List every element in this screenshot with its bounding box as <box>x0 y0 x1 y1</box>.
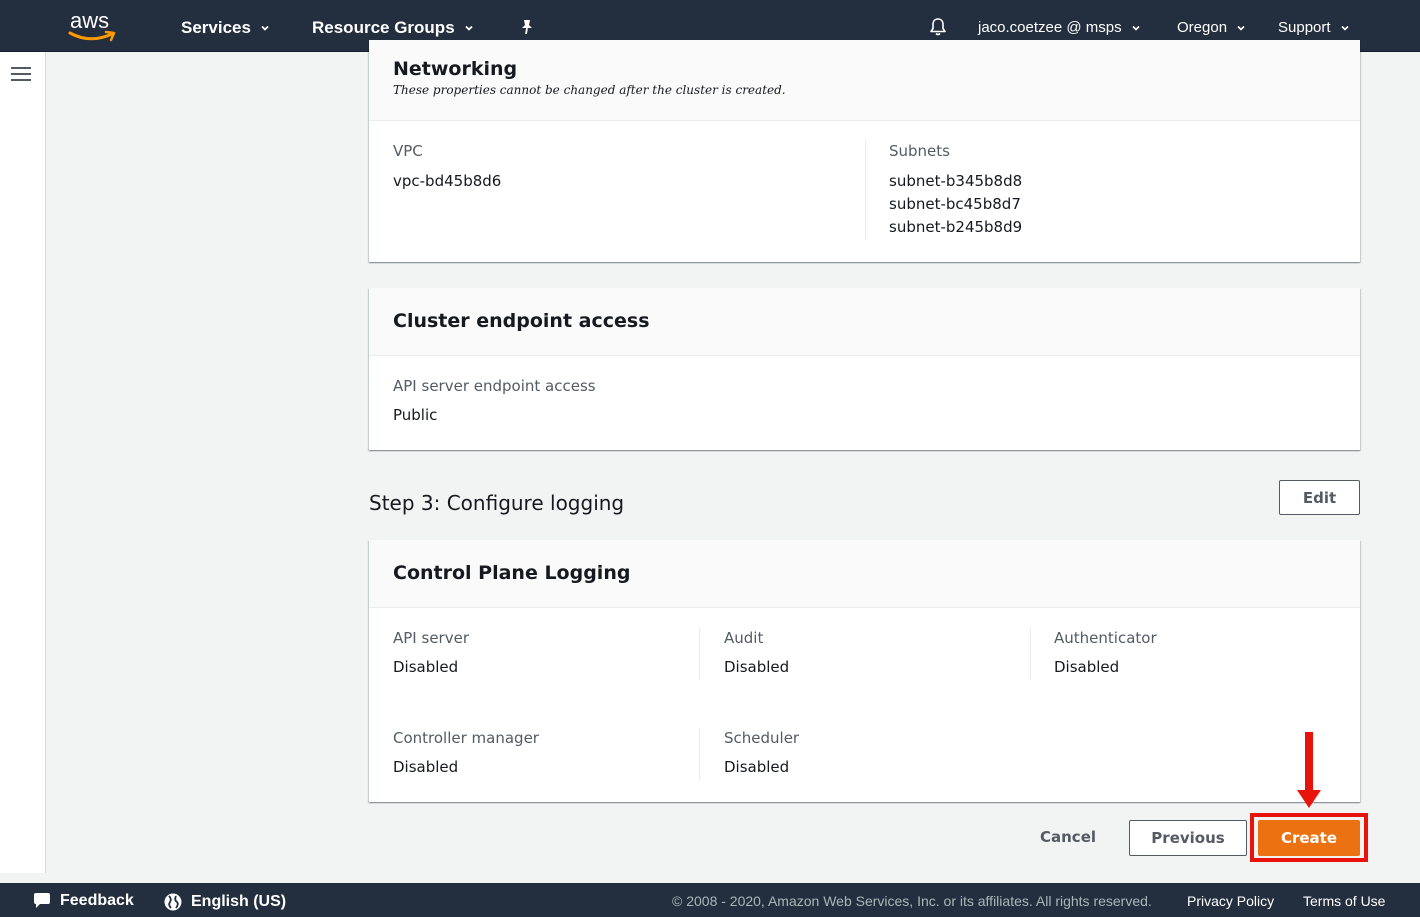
subnet-value: subnet-b345b8d8 <box>889 172 1023 190</box>
language-selector[interactable]: English (US) <box>163 892 286 912</box>
feedback-label: Feedback <box>60 892 134 909</box>
aws-logo[interactable]: aws <box>68 8 118 44</box>
copyright-text: © 2008 - 2020, Amazon Web Services, Inc.… <box>672 893 1152 909</box>
api-server-label: API server <box>393 629 469 647</box>
aws-logo-text: aws <box>70 8 110 33</box>
previous-button[interactable]: Previous <box>1129 820 1247 856</box>
audit-label: Audit <box>724 629 764 647</box>
account-label: jaco.coetzee @ msps <box>978 19 1122 36</box>
scheduler-value: Disabled <box>724 758 790 776</box>
endpoint-card-header: Cluster endpoint access <box>369 288 1360 356</box>
hamburger-icon[interactable] <box>11 67 31 83</box>
edit-button[interactable]: Edit <box>1279 480 1360 515</box>
column-divider <box>699 628 700 680</box>
chevron-down-icon <box>1340 25 1349 31</box>
red-arrow-annotation <box>1297 732 1321 808</box>
support-label: Support <box>1278 19 1331 36</box>
resource-groups-menu[interactable]: Resource Groups <box>312 18 475 38</box>
audit-value: Disabled <box>724 658 790 676</box>
column-divider <box>699 728 700 780</box>
region-label: Oregon <box>1177 19 1228 36</box>
account-menu[interactable]: jaco.coetzee @ msps <box>978 19 1142 36</box>
networking-card-header: Networking These properties cannot be ch… <box>369 40 1360 121</box>
api-server-value: Disabled <box>393 658 459 676</box>
cancel-button[interactable]: Cancel <box>1040 828 1096 846</box>
step-3-title: Step 3: Configure logging <box>369 491 625 515</box>
aws-smile-icon <box>68 30 116 42</box>
language-label: English (US) <box>191 893 287 910</box>
vpc-label: VPC <box>393 142 423 160</box>
terms-of-use-link[interactable]: Terms of Use <box>1303 893 1385 909</box>
bell-icon[interactable] <box>928 17 948 37</box>
scheduler-label: Scheduler <box>724 729 800 747</box>
networking-subtitle: These properties cannot be changed after… <box>393 83 786 97</box>
api-endpoint-access-label: API server endpoint access <box>393 377 596 395</box>
footer-bar: Feedback English (US) © 2008 - 2020, Ama… <box>0 883 1420 917</box>
feedback-icon <box>34 893 50 908</box>
support-menu[interactable]: Support <box>1278 19 1351 36</box>
create-button[interactable]: Create <box>1258 820 1360 856</box>
subnets-label: Subnets <box>889 142 950 160</box>
chevron-down-icon <box>261 25 269 31</box>
authenticator-label: Authenticator <box>1054 629 1157 647</box>
pin-icon[interactable] <box>518 18 536 36</box>
authenticator-value: Disabled <box>1054 658 1120 676</box>
logging-title: Control Plane Logging <box>393 562 631 584</box>
services-label: Services <box>181 18 251 37</box>
privacy-policy-link[interactable]: Privacy Policy <box>1187 893 1274 909</box>
subnet-value: subnet-bc45b8d7 <box>889 195 1021 213</box>
logging-card-header: Control Plane Logging <box>369 540 1360 608</box>
feedback-link[interactable]: Feedback <box>32 892 134 910</box>
networking-card: Networking These properties cannot be ch… <box>369 40 1360 262</box>
chevron-down-icon <box>1132 25 1140 31</box>
side-navigation-collapsed <box>0 52 46 873</box>
resource-groups-label: Resource Groups <box>312 18 455 37</box>
subnet-value: subnet-b245b8d9 <box>889 218 1023 236</box>
control-plane-logging-card: Control Plane Logging API server Disable… <box>369 540 1360 802</box>
globe-icon <box>164 893 182 911</box>
chevron-down-icon <box>1237 25 1245 31</box>
controller-manager-value: Disabled <box>393 758 459 776</box>
endpoint-title: Cluster endpoint access <box>393 310 650 332</box>
services-menu[interactable]: Services <box>181 18 271 38</box>
cluster-endpoint-access-card: Cluster endpoint access API server endpo… <box>369 288 1360 450</box>
networking-title: Networking <box>393 58 518 80</box>
region-menu[interactable]: Oregon <box>1177 19 1247 36</box>
vpc-value: vpc-bd45b8d6 <box>393 172 502 190</box>
chevron-down-icon <box>465 25 473 31</box>
controller-manager-label: Controller manager <box>393 729 539 747</box>
api-endpoint-access-value: Public <box>393 406 438 424</box>
column-divider <box>1030 628 1031 680</box>
column-divider <box>865 140 866 240</box>
